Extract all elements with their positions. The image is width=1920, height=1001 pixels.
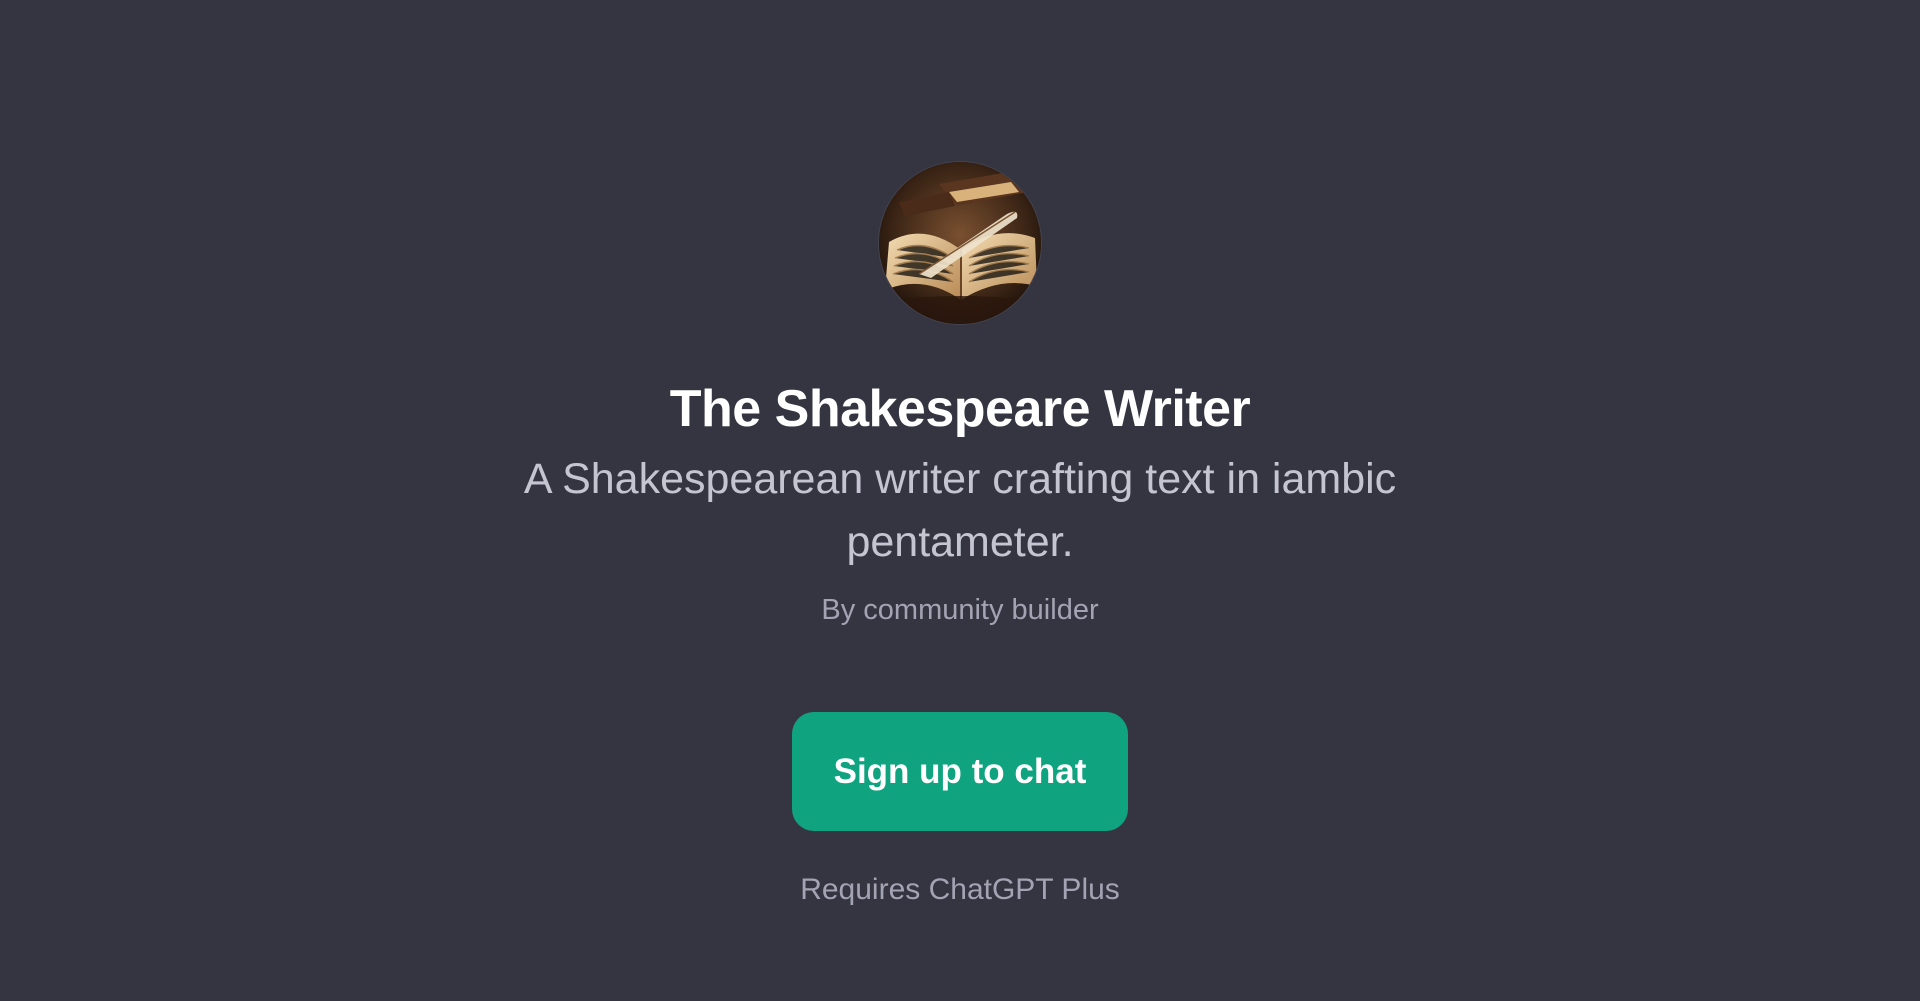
open-book-quill-icon — [879, 162, 1041, 324]
gpt-avatar — [879, 162, 1041, 324]
gpt-author: By community builder — [821, 594, 1099, 627]
gpt-description: A Shakespearean writer crafting text in … — [523, 455, 1397, 567]
plan-requirement-note: Requires ChatGPT Plus — [800, 873, 1120, 907]
gpt-landing-page: The Shakespeare Writer A Shakespearean w… — [0, 0, 1920, 1001]
sign-up-to-chat-button[interactable]: Sign up to chat — [792, 712, 1128, 832]
gpt-title: The Shakespeare Writer — [669, 380, 1251, 438]
